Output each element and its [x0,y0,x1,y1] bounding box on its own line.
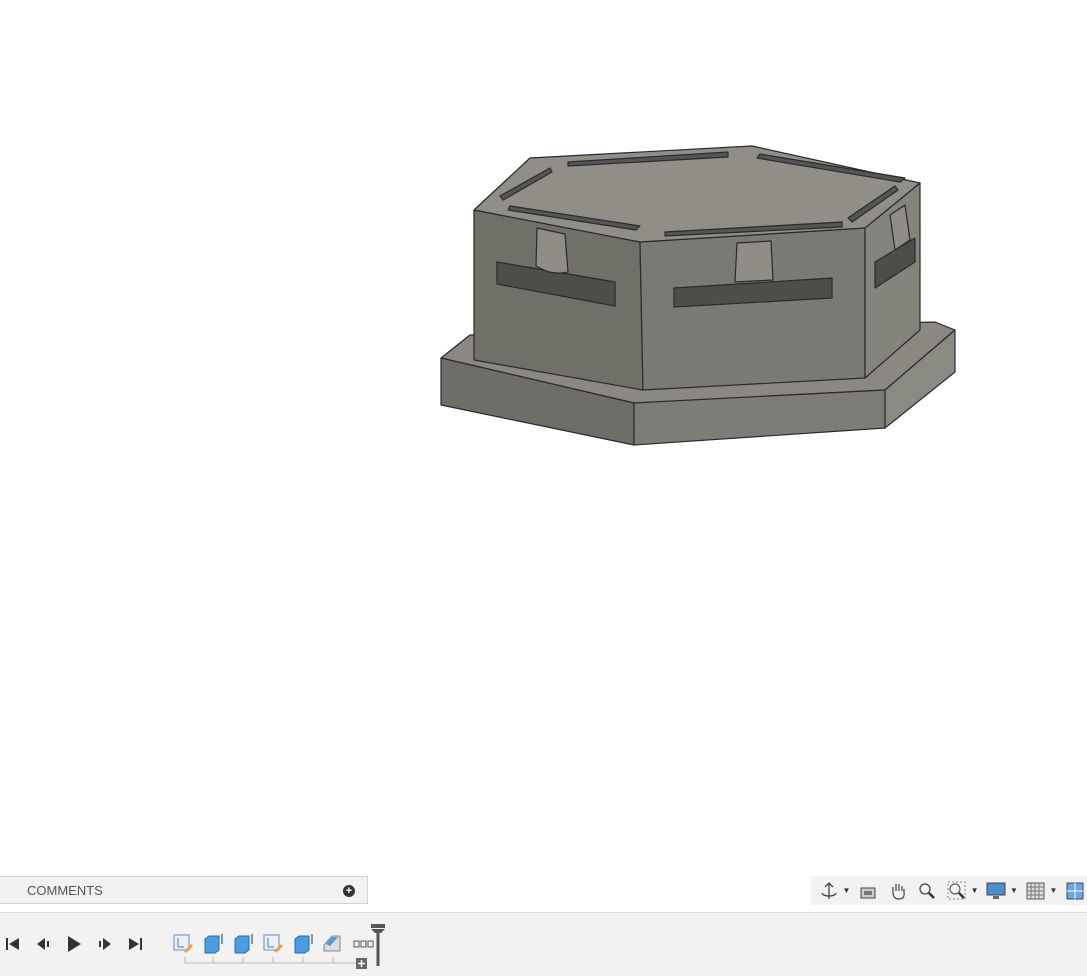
chevron-down-icon[interactable]: ▼ [1049,886,1057,895]
timeline [0,912,1087,976]
clip [734,240,774,283]
zoom-window-icon[interactable] [945,880,969,902]
orbit-icon[interactable] [817,880,841,902]
viewports-icon[interactable] [1063,880,1087,902]
go-to-end-icon[interactable] [125,933,147,955]
clip [535,227,569,274]
display-settings-icon[interactable] [985,880,1009,902]
timeline-track [184,957,367,969]
chevron-down-icon[interactable]: ▼ [1010,886,1018,895]
extrude-icon[interactable] [292,933,314,955]
look-at-icon[interactable] [856,880,880,902]
chevron-down-icon[interactable]: ▼ [971,886,979,895]
zoom-icon[interactable] [916,880,940,902]
grid-settings-icon[interactable] [1024,880,1048,902]
chevron-down-icon[interactable]: ▼ [843,886,851,895]
sketch-icon[interactable] [262,933,284,955]
extrude-icon[interactable] [232,933,254,955]
plus-circle-icon[interactable]: + [343,885,355,897]
fillet-icon[interactable] [322,933,344,955]
go-to-start-icon[interactable] [1,933,23,955]
step-forward-icon[interactable] [94,933,116,955]
play-icon[interactable] [63,933,85,955]
navigation-toolbar: ▼ ▼ ▼ ▼ [811,876,1087,905]
timeline-marker[interactable] [370,924,386,968]
pan-icon[interactable] [886,880,910,902]
step-back-icon[interactable] [32,933,54,955]
comments-panel[interactable]: COMMENTS + [0,876,368,904]
comments-label: COMMENTS [27,882,103,898]
extrude-icon[interactable] [202,933,224,955]
model-render [440,145,956,446]
3d-viewport[interactable] [0,0,1087,875]
sketch-icon[interactable] [172,933,194,955]
